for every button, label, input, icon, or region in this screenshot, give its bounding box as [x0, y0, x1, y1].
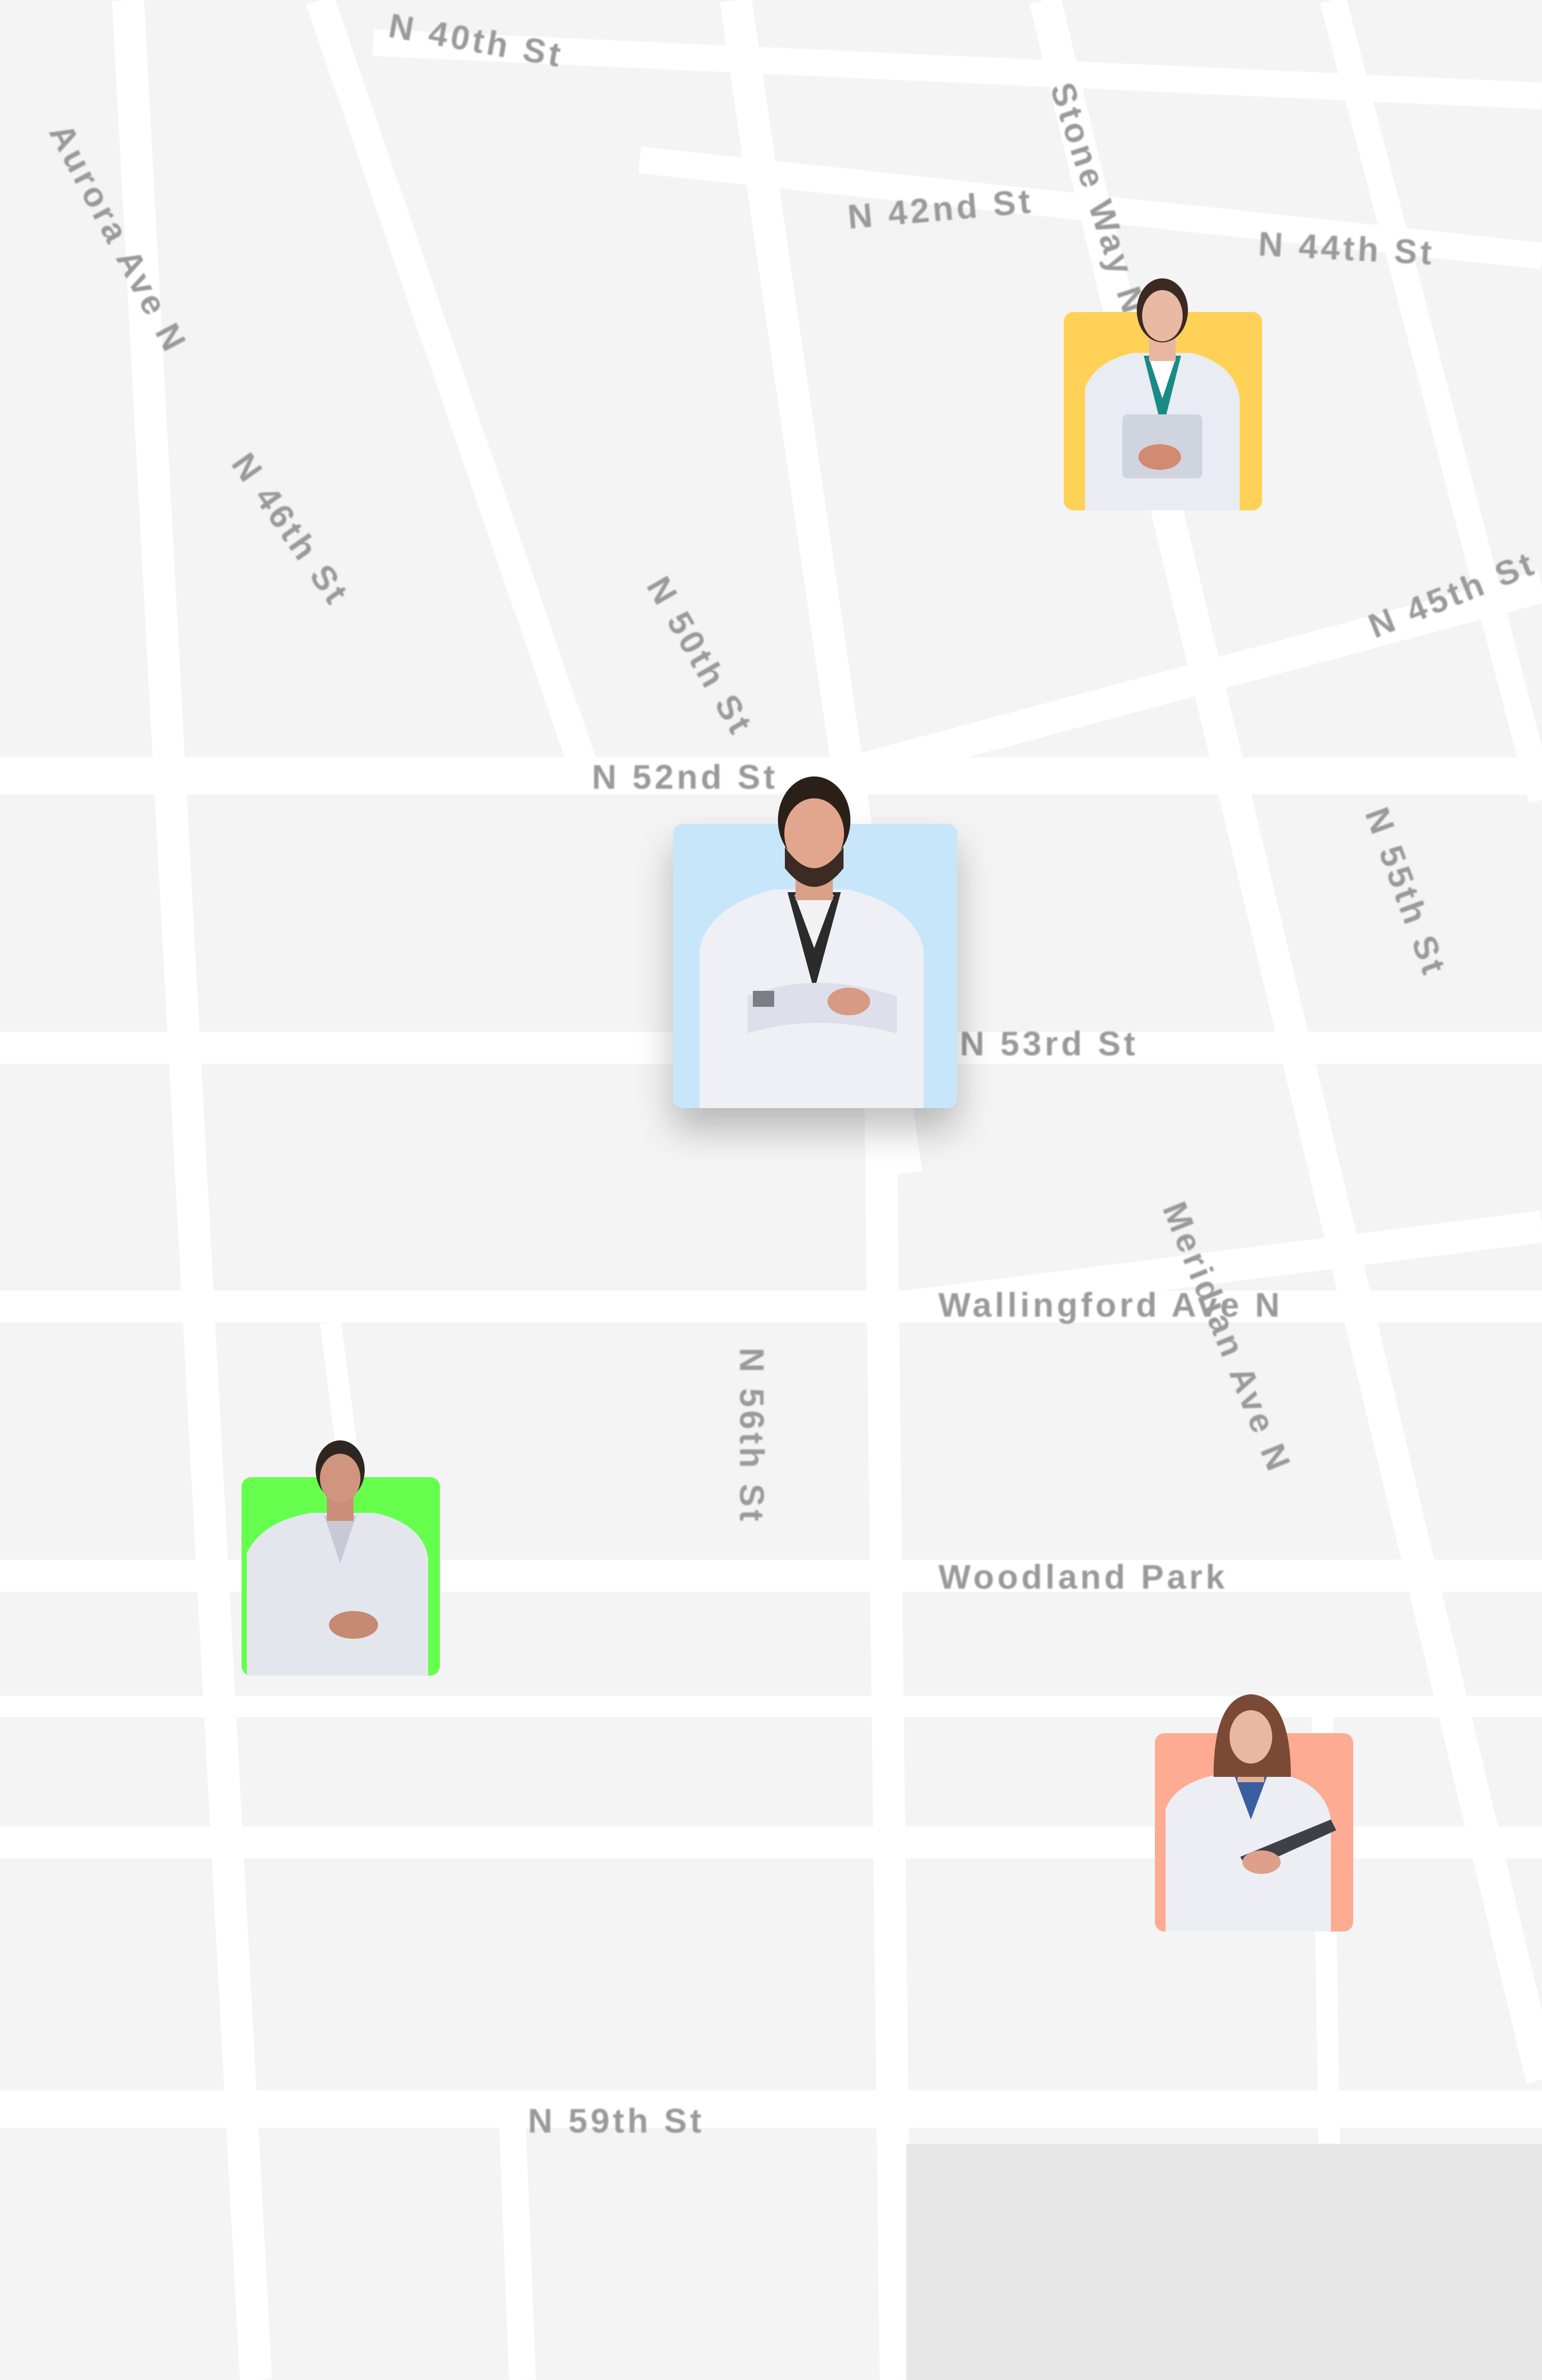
street-label: N 53rd St	[960, 1024, 1138, 1063]
map-canvas[interactable]: N 40th St N 42nd St Aurora Ave N N 44th …	[0, 0, 1542, 2380]
doctor-marker-green[interactable]	[242, 1440, 440, 1676]
street-grid	[0, 0, 1542, 2380]
road	[1320, 0, 1542, 804]
doctor-avatar-icon	[1085, 278, 1240, 510]
doctor-avatar-icon	[1166, 1694, 1336, 1932]
doctor-avatar-icon	[700, 776, 923, 1108]
street-label: N 56th St	[733, 1348, 771, 1525]
doctor-marker-yellow[interactable]	[1064, 278, 1262, 510]
park-area	[906, 2144, 1542, 2380]
road	[306, 0, 601, 781]
doctor-marker-salmon[interactable]	[1155, 1694, 1353, 1932]
road	[112, 0, 272, 2380]
street-label: N 59th St	[528, 2102, 705, 2140]
doctor-avatar-icon	[247, 1440, 428, 1676]
road	[499, 2109, 536, 2380]
street-label: Woodland Park	[938, 1558, 1228, 1596]
road	[864, 1045, 912, 2380]
doctor-marker-featured[interactable]	[673, 776, 957, 1108]
